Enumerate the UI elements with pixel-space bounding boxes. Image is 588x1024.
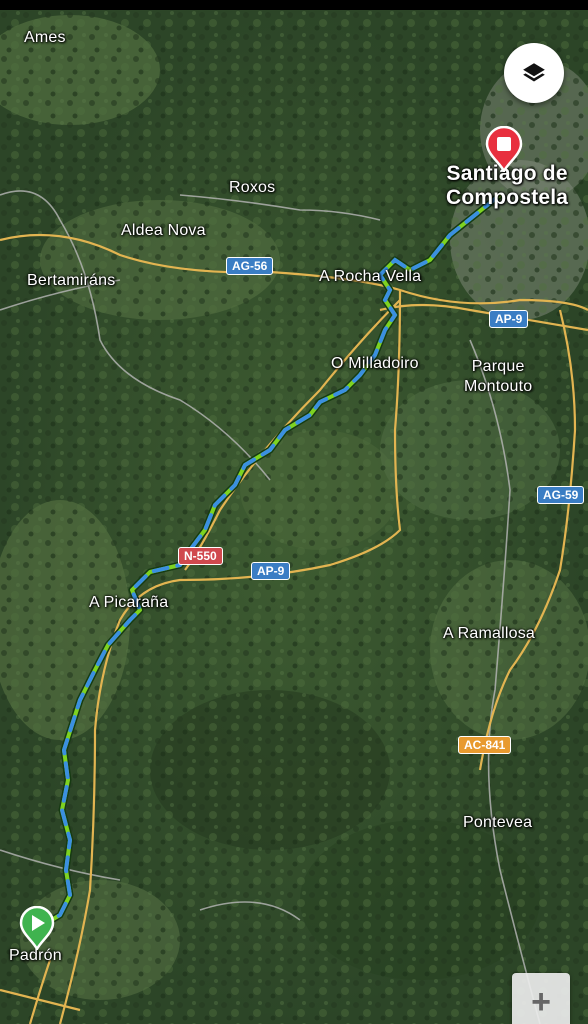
- place-label-o-milladoiro: O Milladoiro: [331, 355, 419, 372]
- place-label-a-ramallosa: A Ramallosa: [443, 625, 536, 642]
- finish-stop-icon: [485, 125, 523, 174]
- place-label-ames: Ames: [24, 29, 66, 46]
- santiago-line-2: Compostela: [446, 186, 569, 209]
- road-shield-ac841: AC-841: [458, 736, 512, 754]
- place-label-pontevea: Pontevea: [463, 814, 533, 831]
- zoom-in-button[interactable]: +: [512, 973, 570, 1024]
- layers-icon: [523, 63, 545, 82]
- route-start-marker[interactable]: [19, 905, 55, 955]
- place-label-roxos: Roxos: [229, 179, 276, 196]
- plus-icon: +: [531, 982, 551, 1021]
- road-shield-ag56: AG-56: [226, 257, 274, 275]
- place-label-a-rocha-vella: A Rocha Vella: [319, 268, 422, 285]
- place-label-parque-montouto: Parque Montouto: [464, 358, 533, 395]
- start-play-icon: [19, 905, 55, 952]
- route-end-marker[interactable]: [485, 125, 523, 177]
- map-view[interactable]: Ames Roxos Aldea Nova Bertamiráns A Roch…: [0, 10, 588, 1024]
- status-bar: [0, 0, 588, 10]
- road-shield-ap9-north: AP-9: [489, 310, 529, 328]
- place-label-aldea-nova: Aldea Nova: [121, 222, 206, 239]
- road-shield-n550: N-550: [178, 547, 223, 565]
- road-shield-ap9-south: AP-9: [251, 562, 291, 580]
- place-label-a-picarana: A Picaraña: [89, 594, 169, 611]
- road-shield-ag59: AG-59: [537, 486, 585, 504]
- map-layers-button[interactable]: [504, 43, 564, 103]
- place-label-bertamirans: Bertamiráns: [27, 272, 116, 289]
